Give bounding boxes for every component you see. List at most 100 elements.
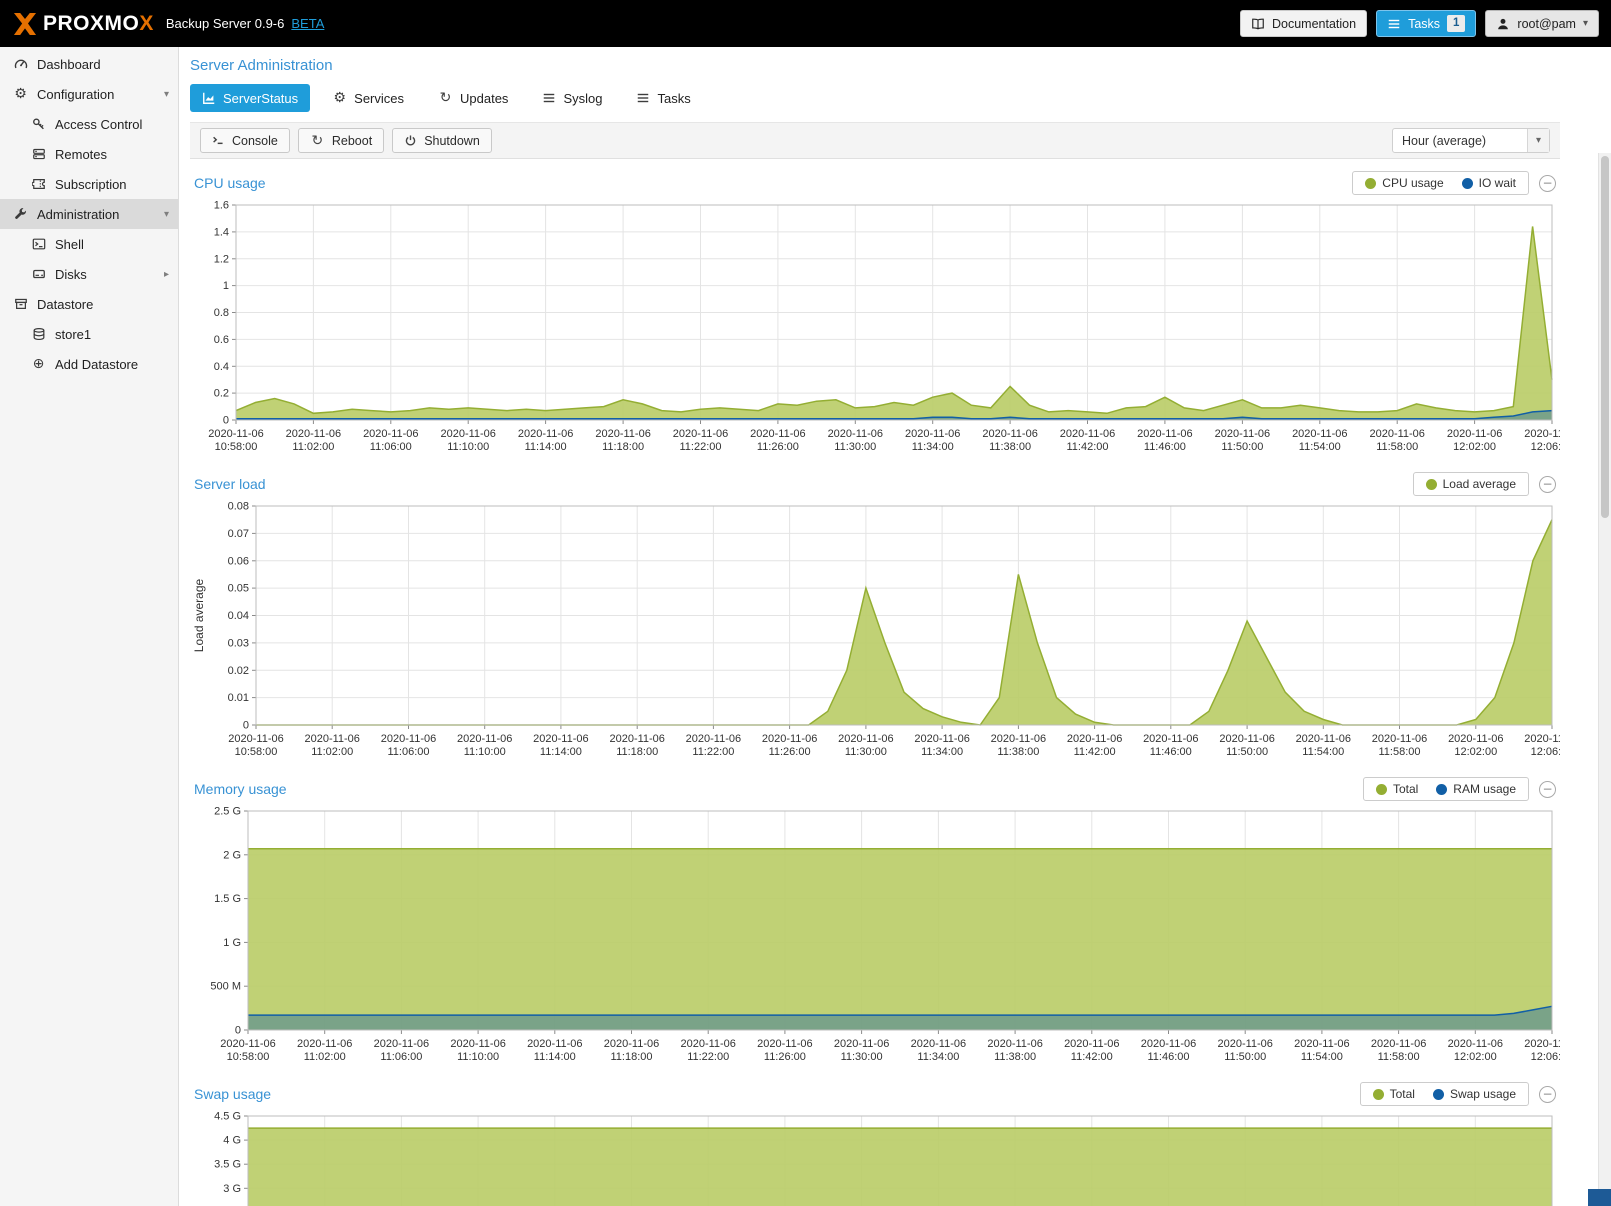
shutdown-button[interactable]: Shutdown — [392, 128, 492, 153]
sidebar-item-dashboard[interactable]: Dashboard — [0, 49, 178, 79]
toolbar: Console ↻Reboot Shutdown Hour (average) ▾ — [190, 122, 1560, 159]
sidebar-item-store1[interactable]: store1 — [0, 319, 178, 349]
list-icon — [636, 91, 650, 105]
chevron-down-icon[interactable]: ▾ — [164, 89, 169, 100]
tasks-button[interactable]: Tasks 1 — [1376, 10, 1476, 37]
panel-header: Server loadLoad average− — [190, 469, 1560, 499]
svg-text:2020-11-06: 2020-11-06 — [1524, 1038, 1560, 1050]
sidebar-item-access-control[interactable]: Access Control — [0, 109, 178, 139]
svg-text:2020-11-06: 2020-11-06 — [673, 428, 728, 440]
svg-text:0.01: 0.01 — [228, 692, 249, 704]
svg-text:11:22:00: 11:22:00 — [692, 746, 734, 758]
legend-dot-icon — [1462, 178, 1473, 189]
svg-text:2020-11-06: 2020-11-06 — [527, 1038, 582, 1050]
svg-text:2020-11-06: 2020-11-06 — [228, 733, 283, 745]
documentation-button[interactable]: Documentation — [1240, 10, 1367, 37]
svg-text:0.2: 0.2 — [214, 388, 229, 400]
chart-svg: 0500 M1 G1.5 G2 G2.5 G2020-11-0610:58:00… — [190, 804, 1560, 1066]
chevron-down-icon[interactable]: ▾ — [164, 209, 169, 220]
sidebar-item-remotes[interactable]: Remotes — [0, 139, 178, 169]
svg-text:2020-11-06: 2020-11-06 — [905, 428, 960, 440]
svg-text:2020-11-06: 2020-11-06 — [1447, 428, 1502, 440]
sidebar-item-datastore[interactable]: Datastore — [0, 289, 178, 319]
svg-text:2020-11-06: 2020-11-06 — [595, 428, 650, 440]
legend-label: CPU usage — [1382, 176, 1443, 190]
svg-text:10:58:00: 10:58:00 — [227, 1051, 270, 1063]
svg-text:2020-11-06: 2020-11-06 — [750, 428, 805, 440]
collapse-panel-button[interactable]: − — [1539, 1086, 1556, 1103]
svg-text:2020-11-06: 2020-11-06 — [533, 733, 588, 745]
svg-text:11:22:00: 11:22:00 — [679, 441, 721, 453]
svg-text:2020-11-06: 2020-11-06 — [1524, 428, 1560, 440]
collapse-panel-button[interactable]: − — [1539, 781, 1556, 798]
chevron-down-icon[interactable]: ▾ — [1527, 129, 1549, 152]
tab-services[interactable]: ⚙Services — [320, 84, 416, 112]
book-icon — [1251, 17, 1265, 31]
reboot-button[interactable]: ↻Reboot — [298, 128, 384, 153]
scrollbar-thumb[interactable] — [1601, 156, 1609, 518]
svg-text:11:50:00: 11:50:00 — [1224, 1051, 1266, 1063]
wrench-icon — [11, 207, 30, 221]
svg-text:2020-11-06: 2020-11-06 — [680, 1038, 735, 1050]
user-menu-button[interactable]: root@pam ▾ — [1485, 10, 1599, 37]
svg-text:2020-11-06: 2020-11-06 — [1064, 1038, 1119, 1050]
svg-text:11:46:00: 11:46:00 — [1150, 746, 1192, 758]
chart-legend: TotalSwap usage — [1360, 1082, 1529, 1106]
sidebar-item-label: Subscription — [55, 177, 127, 192]
collapse-panel-button[interactable]: − — [1539, 175, 1556, 192]
svg-text:Load average: Load average — [192, 578, 206, 652]
sidebar-item-subscription[interactable]: Subscription — [0, 169, 178, 199]
svg-text:2020-11-06: 2020-11-06 — [1296, 733, 1351, 745]
tasks-badge: 1 — [1447, 15, 1465, 32]
svg-text:2020-11-06: 2020-11-06 — [757, 1038, 812, 1050]
panels: CPU usageCPU usageIO wait−00.20.40.60.81… — [180, 159, 1570, 1206]
collapse-panel-button[interactable]: − — [1539, 476, 1556, 493]
page-title: Server Administration — [180, 47, 1570, 82]
legend-label: Total — [1393, 782, 1418, 796]
sidebar-item-disks[interactable]: Disks▸ — [0, 259, 178, 289]
svg-text:12:02:00: 12:02:00 — [1454, 1051, 1497, 1063]
svg-text:0.8: 0.8 — [214, 307, 229, 319]
legend-item: CPU usage — [1365, 176, 1443, 190]
tab-label: Syslog — [563, 91, 602, 106]
sidebar-item-shell[interactable]: Shell — [0, 229, 178, 259]
list-icon — [542, 91, 556, 105]
svg-text:2020-11-06: 2020-11-06 — [450, 1038, 505, 1050]
svg-text:11:30:00: 11:30:00 — [845, 746, 887, 758]
button-label: Reboot — [332, 134, 372, 148]
sidebar-item-label: Datastore — [37, 297, 93, 312]
console-button[interactable]: Console — [200, 128, 290, 153]
beta-link[interactable]: BETA — [291, 16, 324, 31]
svg-text:11:10:00: 11:10:00 — [464, 746, 506, 758]
chart-icon — [202, 91, 216, 105]
svg-text:0.6: 0.6 — [214, 334, 229, 346]
svg-text:11:42:00: 11:42:00 — [1071, 1051, 1113, 1063]
svg-text:11:14:00: 11:14:00 — [525, 441, 567, 453]
svg-text:11:26:00: 11:26:00 — [769, 746, 811, 758]
scrollbar[interactable] — [1598, 153, 1611, 1206]
svg-text:2020-11-06: 2020-11-06 — [911, 1038, 966, 1050]
svg-text:11:42:00: 11:42:00 — [1066, 441, 1108, 453]
sidebar-item-add-datastore[interactable]: ⊕Add Datastore — [0, 349, 178, 379]
console-icon — [212, 134, 225, 147]
tab-syslog[interactable]: Syslog — [530, 84, 614, 112]
terminal-icon — [29, 237, 48, 251]
svg-text:11:34:00: 11:34:00 — [921, 746, 963, 758]
svg-text:11:42:00: 11:42:00 — [1074, 746, 1116, 758]
sidebar-item-administration[interactable]: Administration▾ — [0, 199, 178, 229]
time-range-select[interactable]: Hour (average) ▾ — [1392, 128, 1550, 153]
tab-serverstatus[interactable]: ServerStatus — [190, 84, 310, 112]
panel-swap-usage: Swap usageTotalSwap usage−0500 M1 G1.5 G… — [190, 1079, 1560, 1206]
button-label: Shutdown — [424, 134, 480, 148]
tab-label: Services — [354, 91, 404, 106]
svg-text:0.08: 0.08 — [228, 501, 249, 513]
svg-text:1.2: 1.2 — [214, 253, 229, 265]
svg-text:11:14:00: 11:14:00 — [534, 1051, 576, 1063]
tab-updates[interactable]: ↻Updates — [426, 84, 520, 112]
chevron-right-icon[interactable]: ▸ — [164, 269, 169, 280]
svg-text:11:38:00: 11:38:00 — [997, 746, 1039, 758]
tab-tasks[interactable]: Tasks — [624, 84, 702, 112]
sidebar-item-configuration[interactable]: ⚙Configuration▾ — [0, 79, 178, 109]
svg-text:2020-11-06: 2020-11-06 — [834, 1038, 889, 1050]
svg-text:12:06:00: 12:06:00 — [1531, 746, 1560, 758]
